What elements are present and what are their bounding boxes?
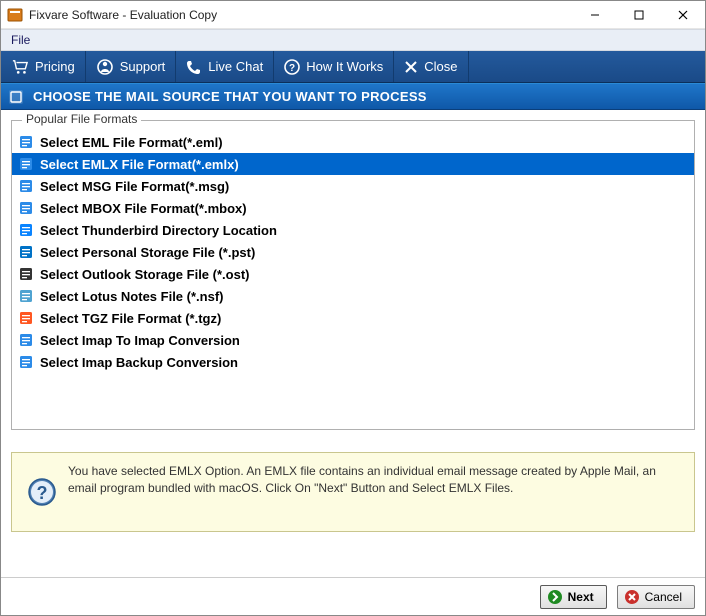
file-format-icon [18, 354, 34, 370]
toolbar-livechat-button[interactable]: Live Chat [176, 51, 274, 82]
file-format-icon [18, 222, 34, 238]
toolbar-close-button[interactable]: Close [394, 51, 468, 82]
toolbar-support-label: Support [120, 59, 166, 74]
next-arrow-icon [547, 589, 563, 605]
window-controls [573, 1, 705, 29]
close-x-icon [404, 60, 418, 74]
format-item-label: Select MSG File Format(*.msg) [40, 179, 229, 194]
file-format-icon [18, 156, 34, 172]
format-item[interactable]: Select MBOX File Format(*.mbox) [12, 197, 694, 219]
format-item[interactable]: Select EML File Format(*.eml) [12, 131, 694, 153]
format-item[interactable]: Select Outlook Storage File (*.ost) [12, 263, 694, 285]
file-format-icon [18, 178, 34, 194]
content-area: Popular File Formats Select EML File For… [1, 110, 705, 577]
close-window-button[interactable] [661, 1, 705, 29]
file-format-icon [18, 200, 34, 216]
format-item[interactable]: Select Lotus Notes File (*.nsf) [12, 285, 694, 307]
format-item[interactable]: Select Thunderbird Directory Location [12, 219, 694, 241]
section-header: CHOOSE THE MAIL SOURCE THAT YOU WANT TO … [1, 83, 705, 110]
cancel-button[interactable]: Cancel [617, 585, 695, 609]
toolbar-close-label: Close [424, 59, 457, 74]
format-item-label: Select Imap To Imap Conversion [40, 333, 240, 348]
file-format-icon [18, 266, 34, 282]
format-item-label: Select Imap Backup Conversion [40, 355, 238, 370]
maximize-button[interactable] [617, 1, 661, 29]
phone-icon [186, 59, 202, 75]
format-item-label: Select Thunderbird Directory Location [40, 223, 277, 238]
window-title: Fixvare Software - Evaluation Copy [29, 8, 217, 22]
next-button[interactable]: Next [540, 585, 607, 609]
cancel-icon [624, 589, 640, 605]
groupbox-label: Popular File Formats [22, 112, 141, 126]
file-format-icon [18, 332, 34, 348]
format-item[interactable]: Select Imap To Imap Conversion [12, 329, 694, 351]
format-item[interactable]: Select Personal Storage File (*.pst) [12, 241, 694, 263]
file-format-icon [18, 288, 34, 304]
format-item[interactable]: Select MSG File Format(*.msg) [12, 175, 694, 197]
support-icon [96, 58, 114, 76]
svg-text:?: ? [289, 63, 295, 74]
format-item-label: Select TGZ File Format (*.tgz) [40, 311, 221, 326]
format-item-label: Select Outlook Storage File (*.ost) [40, 267, 249, 282]
info-box: ? You have selected EMLX Option. An EMLX… [11, 452, 695, 532]
format-item-label: Select Lotus Notes File (*.nsf) [40, 289, 223, 304]
toolbar-pricing-label: Pricing [35, 59, 75, 74]
section-header-text: CHOOSE THE MAIL SOURCE THAT YOU WANT TO … [33, 89, 427, 104]
format-item-label: Select Personal Storage File (*.pst) [40, 245, 255, 260]
minimize-button[interactable] [573, 1, 617, 29]
format-item-label: Select EML File Format(*.eml) [40, 135, 223, 150]
format-item[interactable]: Select Imap Backup Conversion [12, 351, 694, 373]
format-item-label: Select EMLX File Format(*.emlx) [40, 157, 239, 172]
question-info-icon: ? [22, 463, 62, 521]
toolbar: Pricing Support Live Chat ? How It Works… [1, 51, 705, 83]
formats-groupbox: Popular File Formats Select EML File For… [11, 120, 695, 430]
file-format-icon [18, 244, 34, 260]
format-item-label: Select MBOX File Format(*.mbox) [40, 201, 247, 216]
question-icon: ? [284, 59, 300, 75]
format-item[interactable]: Select EMLX File Format(*.emlx) [12, 153, 694, 175]
app-icon [7, 7, 23, 23]
menu-file[interactable]: File [1, 30, 40, 50]
next-button-label: Next [568, 590, 594, 604]
file-format-icon [18, 134, 34, 150]
formats-list: Select EML File Format(*.eml) Select EMLX… [12, 131, 694, 373]
cart-icon [11, 59, 29, 75]
info-text: You have selected EMLX Option. An EMLX f… [62, 463, 680, 521]
toolbar-howitworks-button[interactable]: ? How It Works [274, 51, 394, 82]
format-item[interactable]: Select TGZ File Format (*.tgz) [12, 307, 694, 329]
toolbar-howitworks-label: How It Works [306, 59, 383, 74]
toolbar-livechat-label: Live Chat [208, 59, 263, 74]
app-window: Fixvare Software - Evaluation Copy File … [0, 0, 706, 616]
footer: Next Cancel [1, 577, 705, 615]
toolbar-pricing-button[interactable]: Pricing [1, 51, 86, 82]
titlebar: Fixvare Software - Evaluation Copy [1, 1, 705, 29]
svg-text:?: ? [37, 483, 48, 503]
step-icon [7, 88, 25, 106]
menubar: File [1, 29, 705, 51]
cancel-button-label: Cancel [645, 590, 682, 604]
toolbar-support-button[interactable]: Support [86, 51, 177, 82]
file-format-icon [18, 310, 34, 326]
